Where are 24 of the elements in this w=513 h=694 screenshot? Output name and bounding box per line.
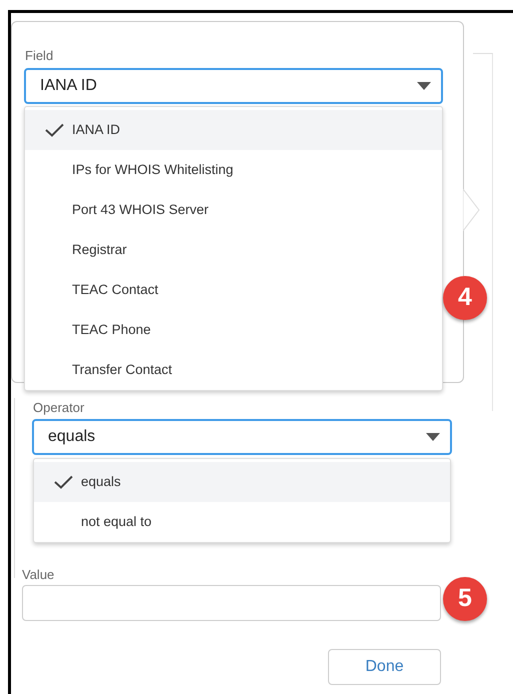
dropdown-option[interactable]: equals (34, 462, 450, 502)
check-icon (54, 475, 73, 489)
caret-icon (426, 433, 440, 441)
step-number-badge: 4 (443, 276, 487, 320)
operator-label: Operator (33, 399, 84, 417)
dropdown-option[interactable]: TEAC Contact (25, 270, 442, 310)
dropdown-option[interactable]: Transfer Contact (25, 350, 442, 390)
field-select[interactable]: IANA ID (24, 68, 443, 104)
dropdown-option[interactable]: Registrar (25, 230, 442, 270)
step-number-badge: 5 (443, 577, 487, 621)
dropdown-option[interactable]: IPs for WHOIS Whitelisting (25, 150, 442, 190)
dropdown-option[interactable]: not equal to (34, 502, 450, 542)
done-button[interactable]: Done (328, 649, 441, 685)
selected-value: IANA ID (40, 76, 97, 96)
value-input[interactable] (22, 585, 441, 621)
check-icon (45, 123, 64, 137)
dropdown-option[interactable]: Port 43 WHOIS Server (25, 190, 442, 230)
dropdown-option[interactable]: TEAC Phone (25, 310, 442, 350)
dropdown-option[interactable]: IANA ID (25, 110, 442, 150)
selected-value: equals (48, 427, 96, 447)
caret-icon (417, 82, 431, 90)
field-label: Field (25, 47, 54, 65)
operator-select[interactable]: equals (32, 419, 452, 455)
value-label: Value (22, 566, 54, 584)
